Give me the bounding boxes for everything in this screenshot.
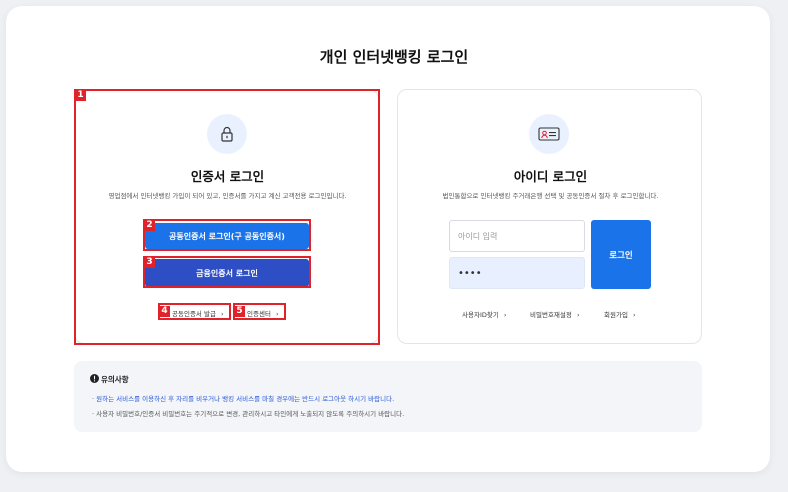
notice-box: 유의사항 · 원하는 서비스를 이용하신 후 자리를 비우거나 뱅킹 서비스를 … [74,361,702,432]
id-input[interactable]: 아이디 입력 [449,220,585,252]
chevron-right-icon: › [503,311,507,319]
id-login-button-label: 로그인 [609,250,633,261]
reset-password-label: 비밀번호재설정 [530,311,572,319]
find-id-link[interactable]: 사용자ID찾기 › [462,309,507,319]
annotation-tag-1: 1 [75,90,86,101]
signup-label: 회원가입 [604,311,628,319]
notice-line-2: · 사용자 비밀번호/인증서 비밀번호는 주기적으로 변경, 관리하시고 타인에… [92,408,404,418]
annotation-tag-5: 5 [234,306,245,317]
signup-link[interactable]: 회원가입 › [604,309,636,319]
chevron-right-icon: › [576,311,580,319]
id-login-title: 아이디 로그인 [513,169,588,184]
id-card-glyph [538,127,560,141]
notice-title: 유의사항 [101,375,129,384]
annotation-tag-4: 4 [159,306,170,317]
password-input-value: •••• [458,267,482,279]
annotation-tag-2: 2 [144,220,155,231]
notice-line-1: · 원하는 서비스를 이용하신 후 자리를 비우거나 뱅킹 서비스를 마칠 경우… [92,393,394,403]
find-id-label: 사용자ID찾기 [462,311,499,319]
id-login-button[interactable]: 로그인 [591,220,651,289]
notice-line-2-text: 사용자 비밀번호/인증서 비밀번호는 주기적으로 변경, 관리하시고 타인에게 … [96,410,405,418]
id-card-icon [529,114,569,154]
id-login-panel: 아이디 로그인 법인통합으로 인터넷뱅킹 주거래은행 선택 및 공동인증서 절차… [397,89,702,344]
chevron-right-icon: › [633,311,636,319]
password-input[interactable]: •••• [449,257,585,289]
reset-password-link[interactable]: 비밀번호재설정 › [530,309,580,319]
annotation-tag-3: 3 [144,257,155,268]
id-input-placeholder: 아이디 입력 [458,231,498,241]
annotation-box-3 [143,256,311,288]
annotation-box-2 [143,219,311,251]
id-login-description: 법인통합으로 인터넷뱅킹 주거래은행 선택 및 공동인증서 절차 후 로그인합니… [442,192,659,200]
notice-line-1-text: 원하는 서비스를 이용하신 후 자리를 비우거나 뱅킹 서비스를 마칠 경우에는… [96,395,395,403]
info-icon [90,374,99,383]
page-title: 개인 인터넷뱅킹 로그인 [319,48,469,66]
